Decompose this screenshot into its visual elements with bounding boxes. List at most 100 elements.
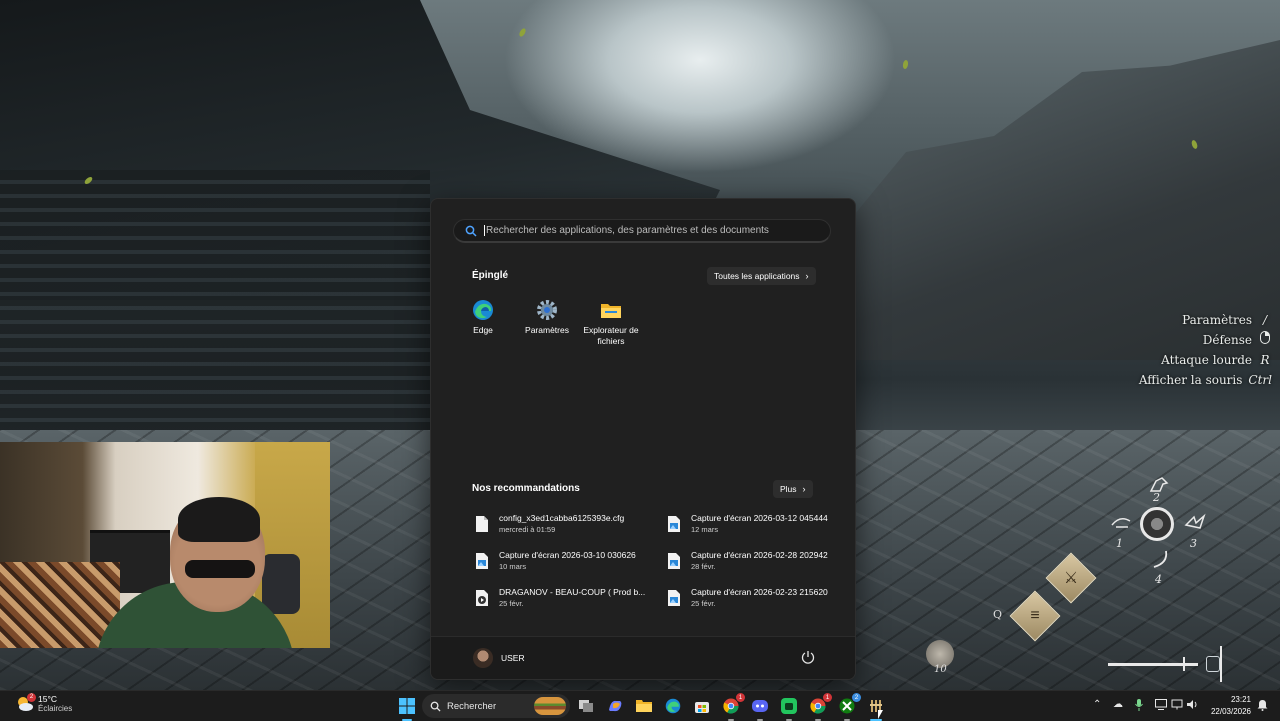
hud-hint-label: Défense <box>1202 333 1252 347</box>
hud-control-hints: Paramètres / Défense Attaque lourde R Af… <box>1139 310 1272 390</box>
recommendation-name: Capture d'écran 2026-03-12 045444 <box>691 513 828 523</box>
store-icon[interactable] <box>692 696 712 716</box>
task-view-icon[interactable] <box>576 696 596 716</box>
recommendation-date: 25 févr. <box>499 599 524 608</box>
recommendation-date: mercredi à 01:59 <box>499 525 556 534</box>
network-icon[interactable] <box>1171 699 1183 713</box>
recommended-title: Nos recommandations <box>472 483 580 494</box>
recommendation-date: 12 mars <box>691 525 719 534</box>
chrome-icon[interactable]: 1 <box>721 693 745 721</box>
discord-icon[interactable] <box>750 696 770 721</box>
pinned-app-label: Paramètres <box>525 325 569 335</box>
falling-leaf <box>518 27 527 38</box>
image-file-icon <box>668 553 680 569</box>
wheel-center-icon <box>1140 507 1174 541</box>
horse-icon <box>1149 477 1169 492</box>
clock-time: 23:21 <box>1230 695 1251 704</box>
recommendation-name: config_x3ed1cabba6125393e.cfg <box>499 513 625 523</box>
hud-ability-wheel: 2 1 3 4 <box>1110 475 1210 586</box>
more-label: Plus <box>780 484 797 494</box>
folder-icon <box>601 304 621 318</box>
health-bar-tick <box>1183 657 1185 671</box>
chrome-profile-icon[interactable]: 1 <box>808 693 832 721</box>
recommendation-name: Capture d'écran 2026-02-23 215620 <box>691 587 828 597</box>
search-icon <box>460 220 482 242</box>
webcam-overlay <box>0 442 330 648</box>
all-apps-button[interactable]: Toutes les applications › <box>707 267 816 285</box>
throw-icon <box>1111 518 1131 528</box>
recommendation-date: 28 févr. <box>691 562 716 571</box>
image-file-icon <box>668 590 680 606</box>
file-explorer-icon[interactable] <box>634 696 654 716</box>
volume-icon[interactable] <box>1186 699 1198 713</box>
hud-hint-key: / <box>1262 313 1268 327</box>
start-footer: USER <box>431 636 855 679</box>
taskbar-search-label: Rechercher <box>447 700 497 712</box>
recommendation-item[interactable]: config_x3ed1cabba6125393e.cfg mercredi à … <box>475 513 665 541</box>
user-avatar[interactable] <box>473 648 493 668</box>
pinned-app-label: Explorateur de fichiers <box>583 325 639 346</box>
start-search-input[interactable]: Rechercher des applications, des paramèt… <box>484 225 769 236</box>
webcam-chair <box>262 554 300 614</box>
hud-q-key: Q <box>993 608 1003 621</box>
more-button[interactable]: Plus › <box>773 480 813 498</box>
notification-badge: 1 <box>736 693 745 702</box>
hud-hint-key: R <box>1260 353 1270 367</box>
hud-hint-row: Défense <box>1139 330 1272 350</box>
pinned-app-settings[interactable]: Paramètres <box>515 299 579 336</box>
hud-hint-row: Attaque lourde R <box>1139 350 1272 370</box>
notification-bell-icon[interactable] <box>1257 699 1268 714</box>
microphone-icon[interactable] <box>1135 699 1143 714</box>
temple-steps <box>0 170 430 430</box>
edge-icon <box>473 300 493 320</box>
wheel-number: 1 <box>1116 537 1123 550</box>
recommendation-date: 10 mars <box>499 562 527 571</box>
game-app-icon[interactable] <box>866 696 886 721</box>
start-menu: Rechercher des applications, des paramèt… <box>430 198 856 680</box>
android-app-icon[interactable] <box>779 696 799 721</box>
chevron-right-icon: › <box>802 484 806 494</box>
display-icon[interactable] <box>1155 699 1167 713</box>
pinned-app-file-explorer[interactable]: Explorateur de fichiers <box>579 299 643 347</box>
recommendation-item[interactable]: Capture d'écran 2026-02-23 215620 25 févr… <box>667 587 855 615</box>
wheel-number: 4 <box>1155 573 1162 586</box>
recommendation-item[interactable]: Capture d'écran 2026-02-28 202942 28 févr… <box>667 550 855 578</box>
weather-temp: 15°C <box>38 694 57 704</box>
file-icon <box>476 516 488 532</box>
pinned-app-edge[interactable]: Edge <box>451 299 515 336</box>
user-name[interactable]: USER <box>501 653 525 663</box>
taskbar-clock[interactable]: 23:21 22/03/2026 <box>1205 694 1251 718</box>
wheel-number: 3 <box>1190 537 1197 550</box>
recommendation-item[interactable]: DRAGANOV - BEAU-COUP ( Prod b... 25 févr. <box>475 587 665 615</box>
item-count: 10 <box>934 664 947 675</box>
recommendation-date: 25 févr. <box>691 599 716 608</box>
hud-hint-label: Attaque lourde <box>1161 353 1252 367</box>
recommendation-name: DRAGANOV - BEAU-COUP ( Prod b... <box>499 587 646 597</box>
start-search-box[interactable]: Rechercher des applications, des paramèt… <box>453 219 831 243</box>
windows-start-icon[interactable] <box>397 696 417 721</box>
webcam-person-sunglasses <box>185 560 255 578</box>
edge-taskbar-icon[interactable] <box>663 696 683 716</box>
image-file-icon <box>476 553 488 569</box>
copilot-icon[interactable] <box>605 696 625 716</box>
webcam-person-hair <box>178 497 260 542</box>
hud-hint-row: Paramètres / <box>1139 310 1272 330</box>
mouse-right-icon <box>1258 330 1272 350</box>
weather-widget[interactable]: 2 15°C Éclaircies <box>16 692 72 713</box>
cloud-sync-icon[interactable]: ☁ <box>1113 699 1123 710</box>
xbox-icon[interactable]: 2 <box>837 693 861 721</box>
hook-icon <box>1153 550 1168 568</box>
all-apps-label: Toutes les applications <box>714 271 800 281</box>
notification-badge: 2 <box>852 693 861 702</box>
mouse-cursor-icon <box>878 710 883 719</box>
power-icon[interactable] <box>800 649 816 665</box>
recommendation-item[interactable]: Capture d'écran 2026-03-10 030626 10 mars <box>475 550 665 578</box>
hud-hint-key: Ctrl <box>1248 373 1272 387</box>
notification-badge: 1 <box>823 693 832 702</box>
chevron-up-icon[interactable]: ⌃ <box>1093 699 1101 710</box>
search-highlight-burger-icon <box>534 697 566 715</box>
pinned-app-label: Edge <box>473 325 493 335</box>
recommendation-item[interactable]: Capture d'écran 2026-03-12 045444 12 mars <box>667 513 855 541</box>
taskbar-search[interactable]: Rechercher <box>422 694 570 718</box>
falling-leaf <box>902 59 909 70</box>
